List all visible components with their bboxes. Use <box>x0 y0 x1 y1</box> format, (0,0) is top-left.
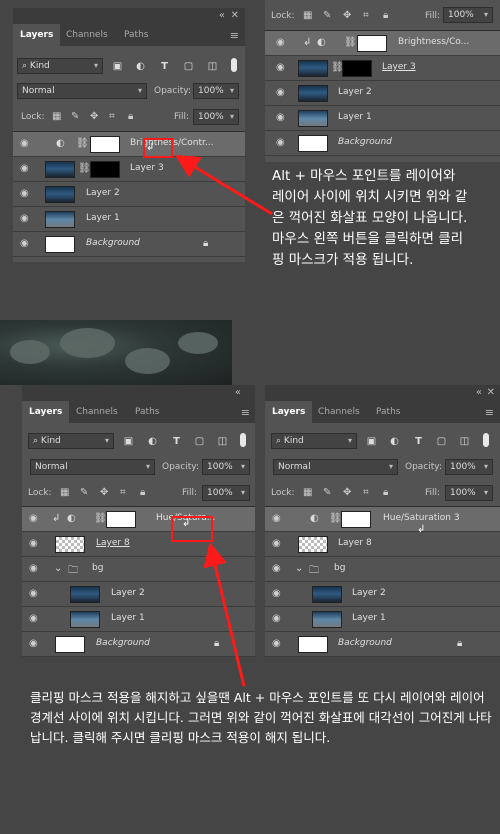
arrow-to-unclip-cursor <box>203 542 246 687</box>
arrow-to-clip-cursor <box>174 154 273 216</box>
annotation-arrows <box>174 154 273 687</box>
